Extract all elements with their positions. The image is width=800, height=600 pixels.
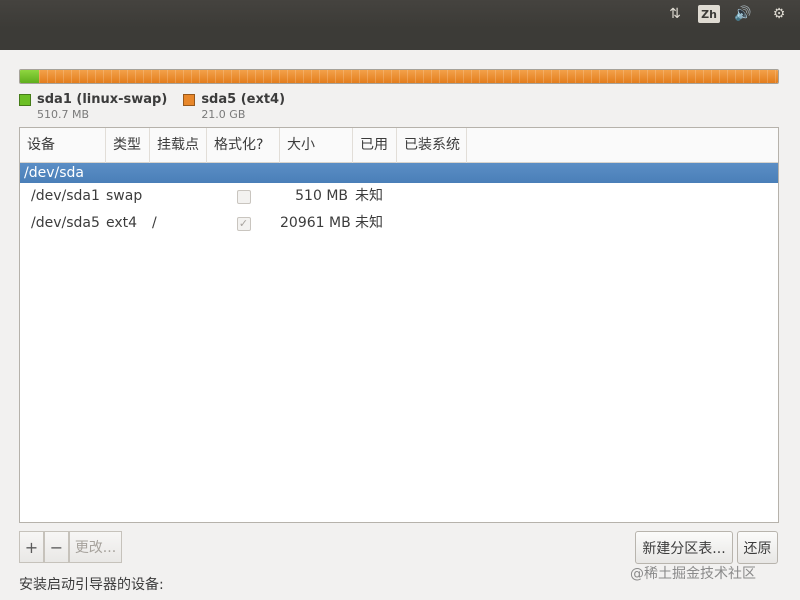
partition-segment-ext4 xyxy=(39,70,778,83)
window-titlebar xyxy=(0,28,800,50)
legend-size: 510.7 MB xyxy=(37,108,90,121)
used-cell: 未知 xyxy=(355,188,383,204)
column-header-device[interactable]: 设备 xyxy=(20,128,106,163)
input-method-indicator[interactable]: Zh xyxy=(698,5,720,23)
format-checkbox[interactable] xyxy=(236,189,251,204)
watermark-text: @稀土掘金技术社区 xyxy=(630,566,756,582)
format-cell xyxy=(207,183,280,210)
format-checkbox[interactable]: ✓ xyxy=(236,216,251,231)
column-header-type[interactable]: 类型 xyxy=(106,128,150,163)
legend-swatch-ext4 xyxy=(183,94,196,106)
table-row-disk[interactable]: /dev/sda xyxy=(20,163,778,183)
table-header: 设备 类型 挂载点 格式化? 大小 已用 已装系统 xyxy=(20,128,778,163)
change-partition-button[interactable]: 更改... xyxy=(69,531,122,563)
format-cell: ✓ xyxy=(207,210,280,237)
type-cell: ext4 xyxy=(106,215,138,231)
used-cell: 未知 xyxy=(355,215,383,231)
column-header-format[interactable]: 格式化? xyxy=(207,128,280,163)
volume-icon[interactable]: 🔊 xyxy=(730,3,756,25)
partition-legend: sda1 (linux-swap) 510.7 MB sda5 (ext4) 2… xyxy=(19,91,285,121)
top-panel: ⇅ Zh 🔊 ⚙ xyxy=(0,0,800,28)
device-cell: /dev/sda1 xyxy=(31,188,100,204)
legend-name: sda1 (linux-swap) xyxy=(37,92,168,107)
disk-device-cell: /dev/sda xyxy=(24,165,84,181)
table-row[interactable]: /dev/sda5 ext4 / ✓ 20961 MB 未知 xyxy=(20,210,778,237)
network-icon[interactable]: ⇅ xyxy=(662,3,688,25)
partition-usage-bar xyxy=(19,69,779,84)
size-cell: 510 MB xyxy=(295,188,348,204)
legend-name: sda5 (ext4) xyxy=(201,92,286,107)
partition-segment-swap xyxy=(20,70,39,83)
legend-item-ext4: sda5 (ext4) 21.0 GB xyxy=(183,91,285,121)
legend-swatch-swap xyxy=(19,94,31,106)
revert-button[interactable]: 还原 xyxy=(737,531,778,564)
partition-toolbar: + − 更改... xyxy=(19,531,122,563)
legend-item-swap: sda1 (linux-swap) 510.7 MB xyxy=(19,91,167,121)
mount-cell: / xyxy=(152,215,157,231)
new-partition-table-button[interactable]: 新建分区表... xyxy=(635,531,733,564)
remove-partition-button[interactable]: − xyxy=(44,531,69,563)
column-header-mount-point[interactable]: 挂载点 xyxy=(150,128,207,163)
gear-icon[interactable]: ⚙ xyxy=(766,3,792,25)
column-header-installed-system[interactable]: 已装系统 xyxy=(397,128,467,163)
table-row[interactable]: /dev/sda1 swap 510 MB 未知 xyxy=(20,183,778,210)
column-header-used[interactable]: 已用 xyxy=(353,128,397,163)
type-cell: swap xyxy=(106,188,143,204)
add-partition-button[interactable]: + xyxy=(19,531,44,563)
legend-size: 21.0 GB xyxy=(201,108,246,121)
partition-table[interactable]: 设备 类型 挂载点 格式化? 大小 已用 已装系统 /dev/sda /dev/… xyxy=(19,127,779,523)
mount-cell xyxy=(150,183,207,210)
size-cell: 20961 MB xyxy=(280,215,351,231)
column-header-size[interactable]: 大小 xyxy=(280,128,353,163)
device-cell: /dev/sda5 xyxy=(31,215,100,231)
bootloader-device-label: 安装启动引导器的设备: xyxy=(19,577,164,593)
